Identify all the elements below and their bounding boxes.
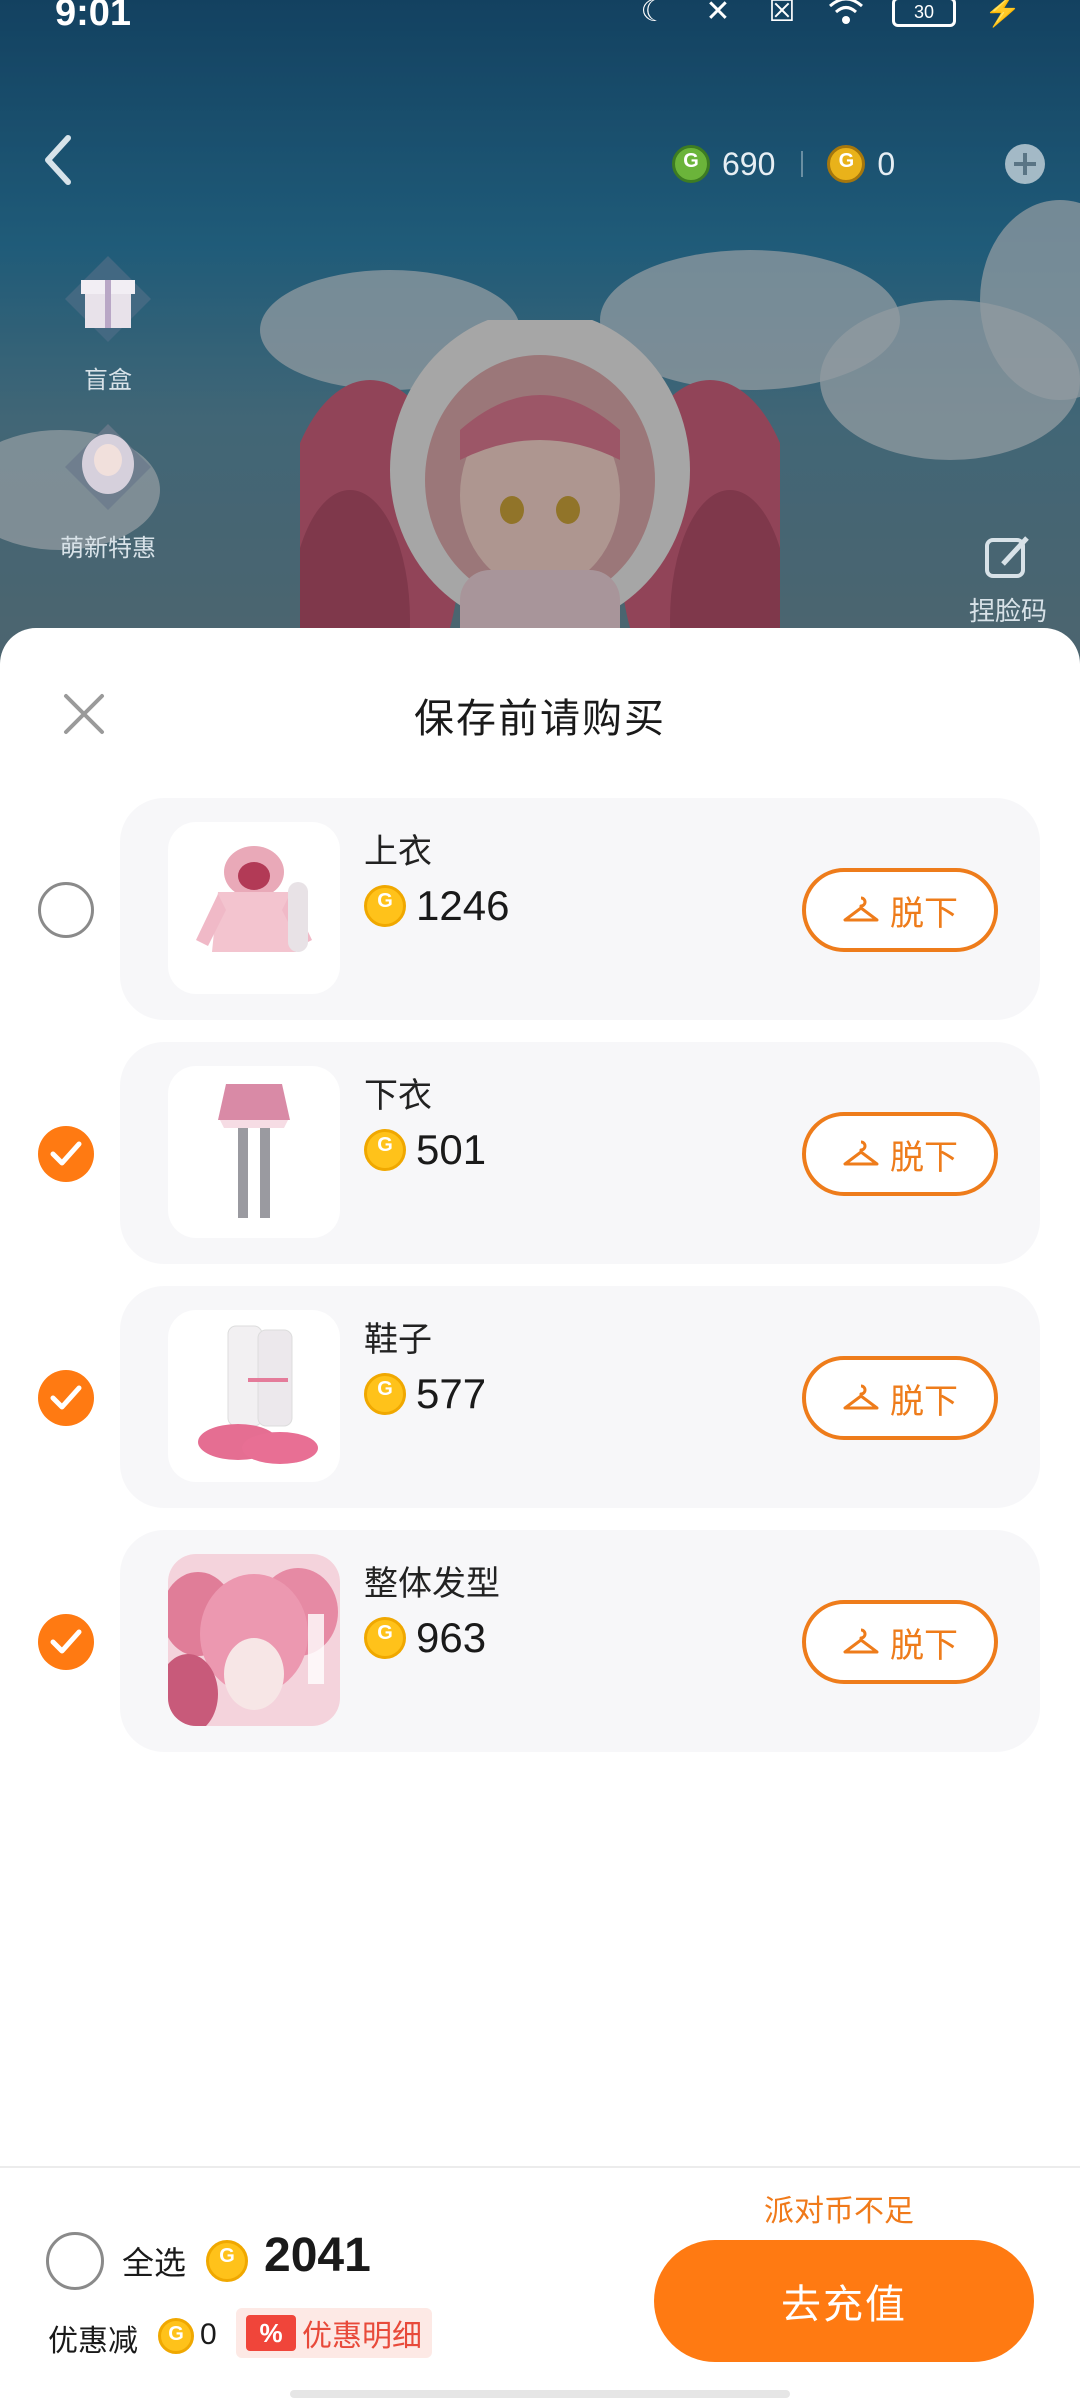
item-price: 963 <box>364 1614 486 1662</box>
check-icon <box>50 1141 82 1166</box>
face-code-button[interactable]: 捏脸码 <box>958 530 1058 628</box>
gift-box-icon <box>65 256 151 342</box>
recharge-button[interactable]: 去充值 <box>654 2240 1034 2362</box>
item-name: 鞋子 <box>364 1320 432 1360</box>
blind-box-entry[interactable]: 盲盒 <box>48 252 168 395</box>
green-coin-balance: 690 <box>722 145 776 182</box>
item-row-bottom: 下衣 501 脱下 <box>0 1042 1080 1264</box>
hanger-icon <box>843 896 879 922</box>
total-price: 2041 <box>264 2229 371 2282</box>
item-checkbox[interactable] <box>38 1370 94 1426</box>
insufficient-balance-notice: 派对币不足 <box>764 2194 914 2229</box>
gold-coin-icon <box>206 2240 248 2282</box>
discount-detail-label: 优惠明细 <box>302 2319 422 2354</box>
check-icon <box>50 1385 82 1410</box>
moon-icon: ☾ <box>640 0 668 28</box>
select-all-checkbox[interactable] <box>46 2232 104 2290</box>
item-name: 下衣 <box>364 1076 432 1116</box>
battery-icon: 30 <box>892 0 956 27</box>
item-name: 上衣 <box>364 832 432 872</box>
take-off-label: 脱下 <box>890 893 958 934</box>
wifi-icon <box>828 0 864 28</box>
percent-tag-icon: % <box>246 2315 296 2351</box>
discount-label: 优惠减 <box>48 2324 138 2359</box>
back-button[interactable] <box>38 132 78 188</box>
purchase-sheet: 保存前请购买 上衣 1246 脱下 <box>0 628 1080 2400</box>
hanger-icon <box>843 1140 879 1166</box>
item-price-value: 501 <box>416 1126 487 1173</box>
item-row-top: 上衣 1246 脱下 <box>0 798 1080 1020</box>
item-thumbnail-shoes <box>168 1310 340 1482</box>
gold-coin-icon <box>364 1373 406 1415</box>
item-checkbox[interactable] <box>38 882 94 938</box>
item-checkbox[interactable] <box>38 1614 94 1670</box>
outfit-pack-icon <box>65 424 151 510</box>
gold-coin-icon <box>364 1617 406 1659</box>
status-time: 9:01 <box>55 0 132 34</box>
status-bar: 9:01 ☾ ✕ ☒ 30 ⚡ <box>0 0 1080 40</box>
discount-detail-button[interactable]: % 优惠明细 <box>236 2308 432 2358</box>
select-all-label[interactable]: 全选 <box>122 2238 186 2284</box>
gold-coin-icon <box>827 145 866 183</box>
home-indicator <box>290 2390 790 2398</box>
take-off-label: 脱下 <box>890 1137 958 1178</box>
hanger-icon <box>843 1628 879 1654</box>
sim-off-icon: ☒ <box>768 0 796 28</box>
item-card[interactable]: 整体发型 963 脱下 <box>120 1530 1040 1752</box>
gold-coin-icon <box>364 1129 406 1171</box>
item-thumbnail-bottom <box>168 1066 340 1238</box>
item-row-hairstyle: 整体发型 963 脱下 <box>0 1530 1080 1752</box>
item-price-value: 1246 <box>416 882 510 929</box>
item-price: 577 <box>364 1370 486 1418</box>
hanger-icon <box>843 1384 879 1410</box>
edit-icon <box>985 536 1029 578</box>
discount-value: 0 <box>200 2318 217 2351</box>
item-price: 1246 <box>364 882 509 930</box>
take-off-button[interactable]: 脱下 <box>802 1356 998 1440</box>
checkout-footer: 派对币不足 全选 2041 优惠减 0 % 优惠明细 去充值 <box>0 2166 1080 2400</box>
blind-box-label: 盲盒 <box>84 366 132 394</box>
item-card[interactable]: 下衣 501 脱下 <box>120 1042 1040 1264</box>
item-checkbox[interactable] <box>38 1126 94 1182</box>
newbie-deal-entry[interactable]: 萌新特惠 <box>48 420 168 563</box>
take-off-label: 脱下 <box>890 1381 958 1422</box>
charging-icon: ⚡ <box>984 0 1022 28</box>
check-icon <box>50 1629 82 1654</box>
item-thumbnail-hairstyle <box>168 1554 340 1726</box>
item-card[interactable]: 上衣 1246 脱下 <box>120 798 1040 1020</box>
gold-coin-icon <box>158 2318 194 2354</box>
take-off-label: 脱下 <box>890 1625 958 1666</box>
add-currency-button[interactable] <box>1005 144 1046 184</box>
take-off-button[interactable]: 脱下 <box>802 1112 998 1196</box>
vibrate-off-icon: ✕ <box>705 0 731 28</box>
item-price-value: 963 <box>416 1614 487 1661</box>
currency-bar: 690 0 <box>672 138 1072 190</box>
gold-coin-icon <box>364 885 406 927</box>
item-row-shoes: 鞋子 577 脱下 <box>0 1286 1080 1508</box>
item-thumbnail-top <box>168 822 340 994</box>
face-code-label: 捏脸码 <box>968 597 1047 627</box>
take-off-button[interactable]: 脱下 <box>802 1600 998 1684</box>
green-coin-icon <box>672 145 710 183</box>
item-card[interactable]: 鞋子 577 脱下 <box>120 1286 1040 1508</box>
item-price-value: 577 <box>416 1370 487 1417</box>
item-name: 整体发型 <box>364 1564 500 1604</box>
newbie-deal-label: 萌新特惠 <box>60 534 156 562</box>
item-price: 501 <box>364 1126 486 1174</box>
gold-coin-balance: 0 <box>877 145 896 182</box>
sheet-title: 保存前请购买 <box>414 696 666 742</box>
take-off-button[interactable]: 脱下 <box>802 868 998 952</box>
